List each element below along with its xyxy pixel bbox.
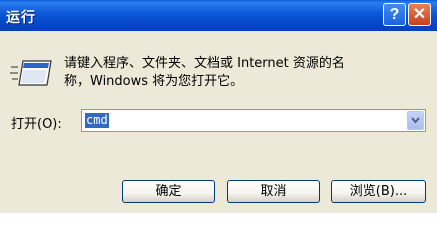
instruction-text: 请键入程序、文件夹、文档或 Internet 资源的名 称，Windows 将为… — [64, 55, 424, 91]
cancel-button[interactable]: 取消 — [227, 180, 320, 203]
ok-button[interactable]: 确定 — [122, 180, 215, 203]
open-combobox[interactable]: cmd — [81, 109, 426, 132]
open-label: 打开(O): — [11, 117, 62, 132]
instruction-line-2: 称，Windows 将为您打开它。 — [64, 74, 244, 89]
run-program-icon — [10, 60, 52, 86]
close-button[interactable]: ✕ — [408, 3, 431, 26]
instruction-line-1: 请键入程序、文件夹、文档或 Internet 资源的名 — [64, 56, 345, 71]
window-title: 运行 — [6, 10, 36, 26]
browse-button[interactable]: 浏览(B)... — [331, 180, 426, 203]
dropdown-button[interactable] — [407, 111, 424, 130]
chevron-down-icon — [411, 117, 420, 124]
open-input-value[interactable]: cmd — [85, 113, 109, 128]
run-dialog: 运行 ? ✕ 请键入程序、文件夹、文档或 Internet 资源的名 称，Win… — [0, 0, 437, 213]
help-button[interactable]: ? — [383, 3, 406, 26]
title-bar[interactable]: 运行 ? ✕ — [0, 0, 437, 31]
